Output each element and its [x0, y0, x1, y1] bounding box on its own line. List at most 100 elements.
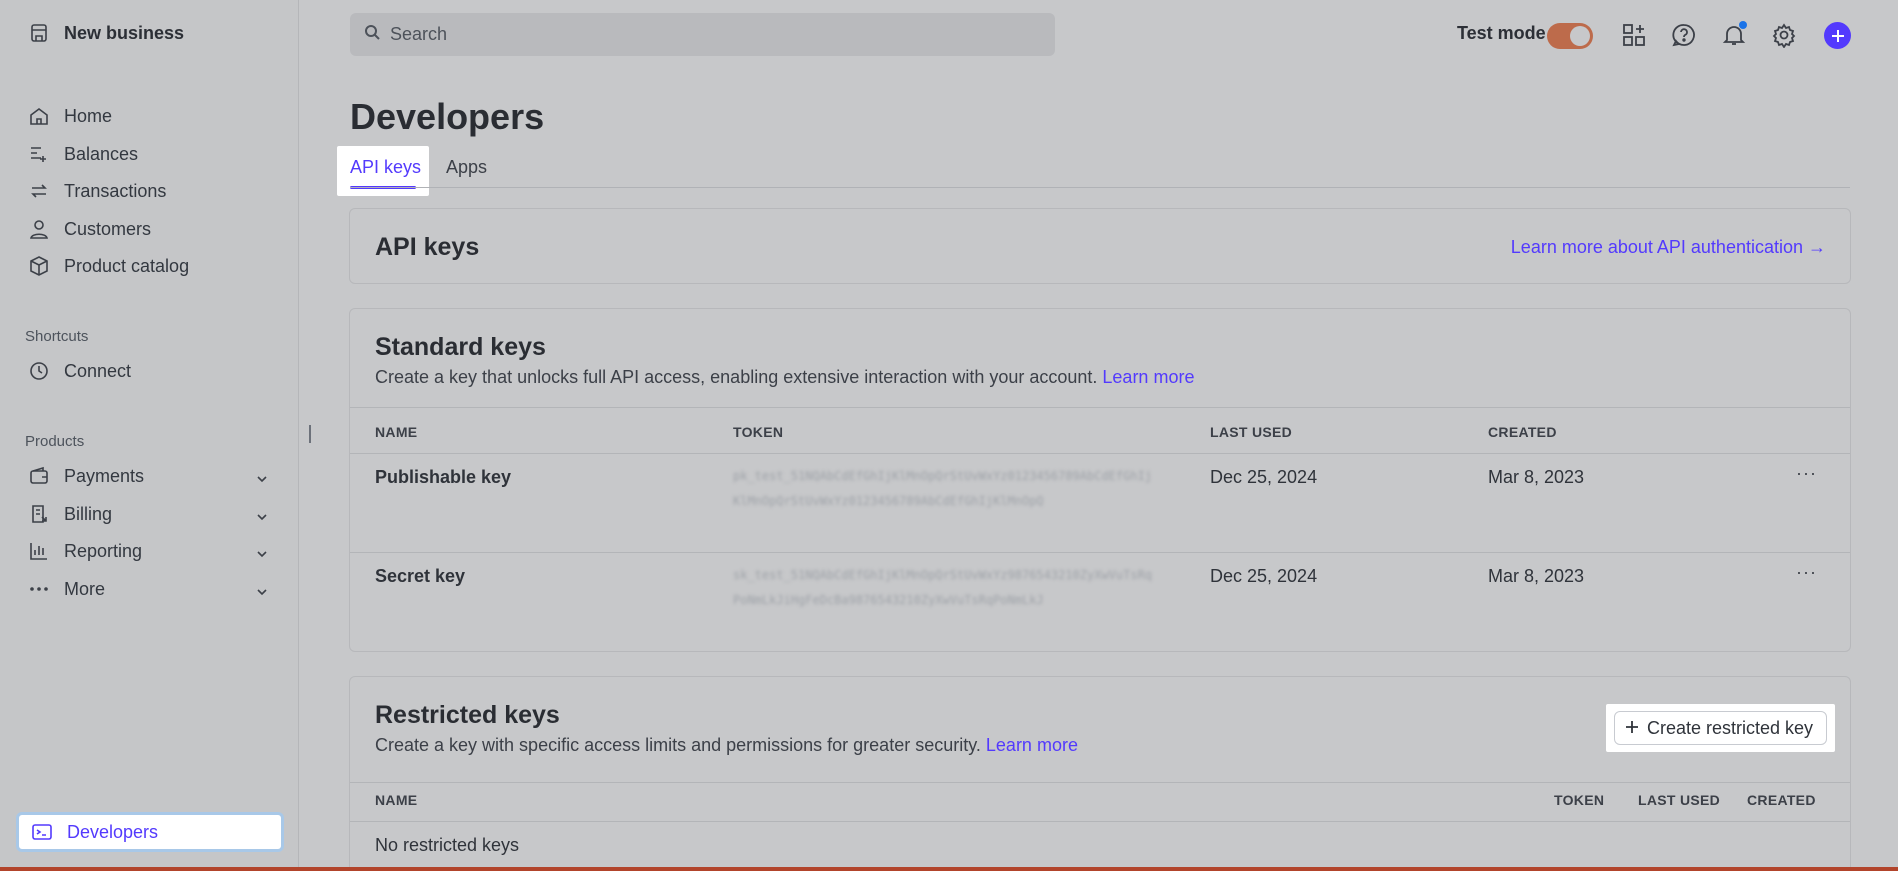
key-name: Secret key — [375, 566, 466, 586]
billing-icon — [28, 503, 50, 525]
window-frame-edge — [0, 867, 1898, 871]
tabs-divider — [350, 187, 1850, 188]
sidebar: New business Home Balances Transactions … — [0, 0, 299, 871]
create-restricted-key-button[interactable]: Create restricted key — [1614, 711, 1827, 745]
sidebar-item-more[interactable]: More — [28, 574, 278, 604]
sidebar-item-product-catalog[interactable]: Product catalog — [28, 251, 189, 281]
create-button-highlight: Create restricted key — [1606, 704, 1835, 752]
more-icon — [28, 578, 50, 600]
sidebar-item-connect[interactable]: Connect — [28, 356, 131, 386]
tab-apps[interactable]: Apps — [446, 157, 487, 178]
test-mode-toggle[interactable] — [1547, 23, 1593, 49]
sidebar-resize-handle[interactable] — [309, 425, 311, 443]
divider — [350, 821, 1850, 822]
terminal-icon — [31, 821, 53, 843]
api-keys-card: API keys Learn more about API authentica… — [349, 208, 1851, 284]
sidebar-item-home[interactable]: Home — [28, 101, 112, 131]
divider — [350, 453, 1850, 454]
sidebar-item-developers[interactable]: Developers — [16, 812, 284, 852]
products-heading: Products — [25, 433, 85, 450]
help-icon[interactable] — [1671, 22, 1697, 48]
tab-label: API keys — [350, 157, 422, 177]
standard-keys-heading: Standard keys — [375, 333, 546, 361]
box-icon — [28, 255, 50, 277]
divider — [350, 782, 1850, 783]
column-header-created: CREATED — [1747, 792, 1816, 808]
created-date: Mar 8, 2023 — [1488, 467, 1585, 487]
sidebar-item-label: Product catalog — [64, 255, 190, 276]
sidebar-item-label: Reporting — [64, 540, 143, 561]
sidebar-item-label: More — [64, 578, 106, 599]
column-header-name: NAME — [375, 424, 418, 440]
search-icon — [364, 24, 380, 45]
plus-icon — [1625, 718, 1639, 739]
restricted-learn-more-link[interactable]: Learn more — [986, 735, 1078, 755]
standard-keys-description: Create a key that unlocks full API acces… — [375, 367, 1194, 388]
sidebar-item-label: Payments — [64, 465, 145, 486]
clock-icon — [28, 360, 50, 382]
empty-state-text: No restricted keys — [375, 835, 520, 855]
test-mode-label: Test mode — [1457, 23, 1546, 43]
home-icon — [28, 105, 50, 127]
standard-learn-more-link[interactable]: Learn more — [1102, 367, 1194, 387]
sidebar-item-payments[interactable]: Payments — [28, 461, 278, 491]
search-input[interactable]: Search — [350, 13, 1055, 56]
search-placeholder: Search — [390, 24, 448, 44]
column-header-created: CREATED — [1488, 424, 1557, 440]
button-label: Create restricted key — [1647, 717, 1814, 738]
restricted-keys-description: Create a key with specific access limits… — [375, 735, 1078, 756]
learn-api-auth-link[interactable]: Learn more about API authentication → — [1511, 237, 1826, 258]
transactions-icon — [28, 180, 50, 202]
description-text: Create a key that unlocks full API acces… — [375, 367, 1098, 387]
sidebar-item-label: Developers — [67, 821, 159, 842]
tab-api-keys[interactable]: API keys — [337, 146, 429, 196]
column-header-token: TOKEN — [1554, 792, 1605, 808]
sidebar-item-label: Transactions — [64, 180, 167, 201]
created-date: Mar 8, 2023 — [1488, 566, 1585, 586]
sidebar-item-balances[interactable]: Balances — [28, 139, 138, 169]
sidebar-item-customers[interactable]: Customers — [28, 214, 151, 244]
sidebar-item-reporting[interactable]: Reporting — [28, 536, 278, 566]
sidebar-item-label: Home — [64, 105, 113, 126]
key-name: Publishable key — [375, 467, 512, 487]
page-title: Developers — [350, 96, 545, 137]
sidebar-item-label: Connect — [64, 360, 132, 381]
shortcuts-heading: Shortcuts — [25, 328, 89, 345]
divider — [350, 407, 1850, 408]
account-name: New business — [64, 22, 185, 43]
column-header-last-used: LAST USED — [1210, 424, 1293, 440]
key-token[interactable]: sk_test_51NQAbCdEfGhIjKlMnOpQrStUvWxYz98… — [733, 563, 1153, 613]
last-used: Dec 25, 2024 — [1210, 566, 1318, 586]
sidebar-item-label: Billing — [64, 503, 113, 524]
chart-icon — [28, 540, 50, 562]
gear-icon[interactable] — [1771, 22, 1797, 49]
account-switcher[interactable]: New business — [28, 22, 184, 44]
chevron-down-icon[interactable] — [256, 507, 268, 528]
chevron-down-icon[interactable] — [256, 582, 268, 603]
description-text: Create a key with specific access limits… — [375, 735, 981, 755]
standard-keys-card: Standard keys Create a key that unlocks … — [349, 308, 1851, 652]
last-used: Dec 25, 2024 — [1210, 467, 1318, 487]
sidebar-item-label: Balances — [64, 143, 139, 164]
apps-grid-icon[interactable] — [1621, 22, 1647, 48]
sidebar-item-label: Customers — [64, 218, 152, 239]
wallet-icon — [28, 465, 50, 487]
api-keys-heading: API keys — [375, 233, 480, 261]
column-header-last-used: LAST USED — [1638, 792, 1721, 808]
sidebar-item-transactions[interactable]: Transactions — [28, 176, 166, 206]
row-menu-icon[interactable]: ··· — [1796, 463, 1817, 484]
app-window: New business Home Balances Transactions … — [0, 0, 1898, 871]
balances-icon — [28, 143, 50, 165]
sidebar-item-billing[interactable]: Billing — [28, 499, 278, 529]
restricted-keys-heading: Restricted keys — [375, 701, 560, 729]
toggle-knob — [1570, 26, 1590, 46]
chevron-down-icon[interactable] — [256, 469, 268, 490]
row-menu-icon[interactable]: ··· — [1796, 562, 1817, 583]
column-header-name: NAME — [375, 792, 418, 808]
notification-dot — [1739, 21, 1747, 29]
key-token[interactable]: pk_test_51NQAbCdEfGhIjKlMnOpQrStUvWxYz01… — [733, 464, 1153, 514]
chevron-down-icon[interactable] — [256, 544, 268, 565]
create-plus-icon[interactable] — [1824, 22, 1851, 49]
divider — [350, 552, 1850, 553]
store-icon — [28, 22, 50, 44]
